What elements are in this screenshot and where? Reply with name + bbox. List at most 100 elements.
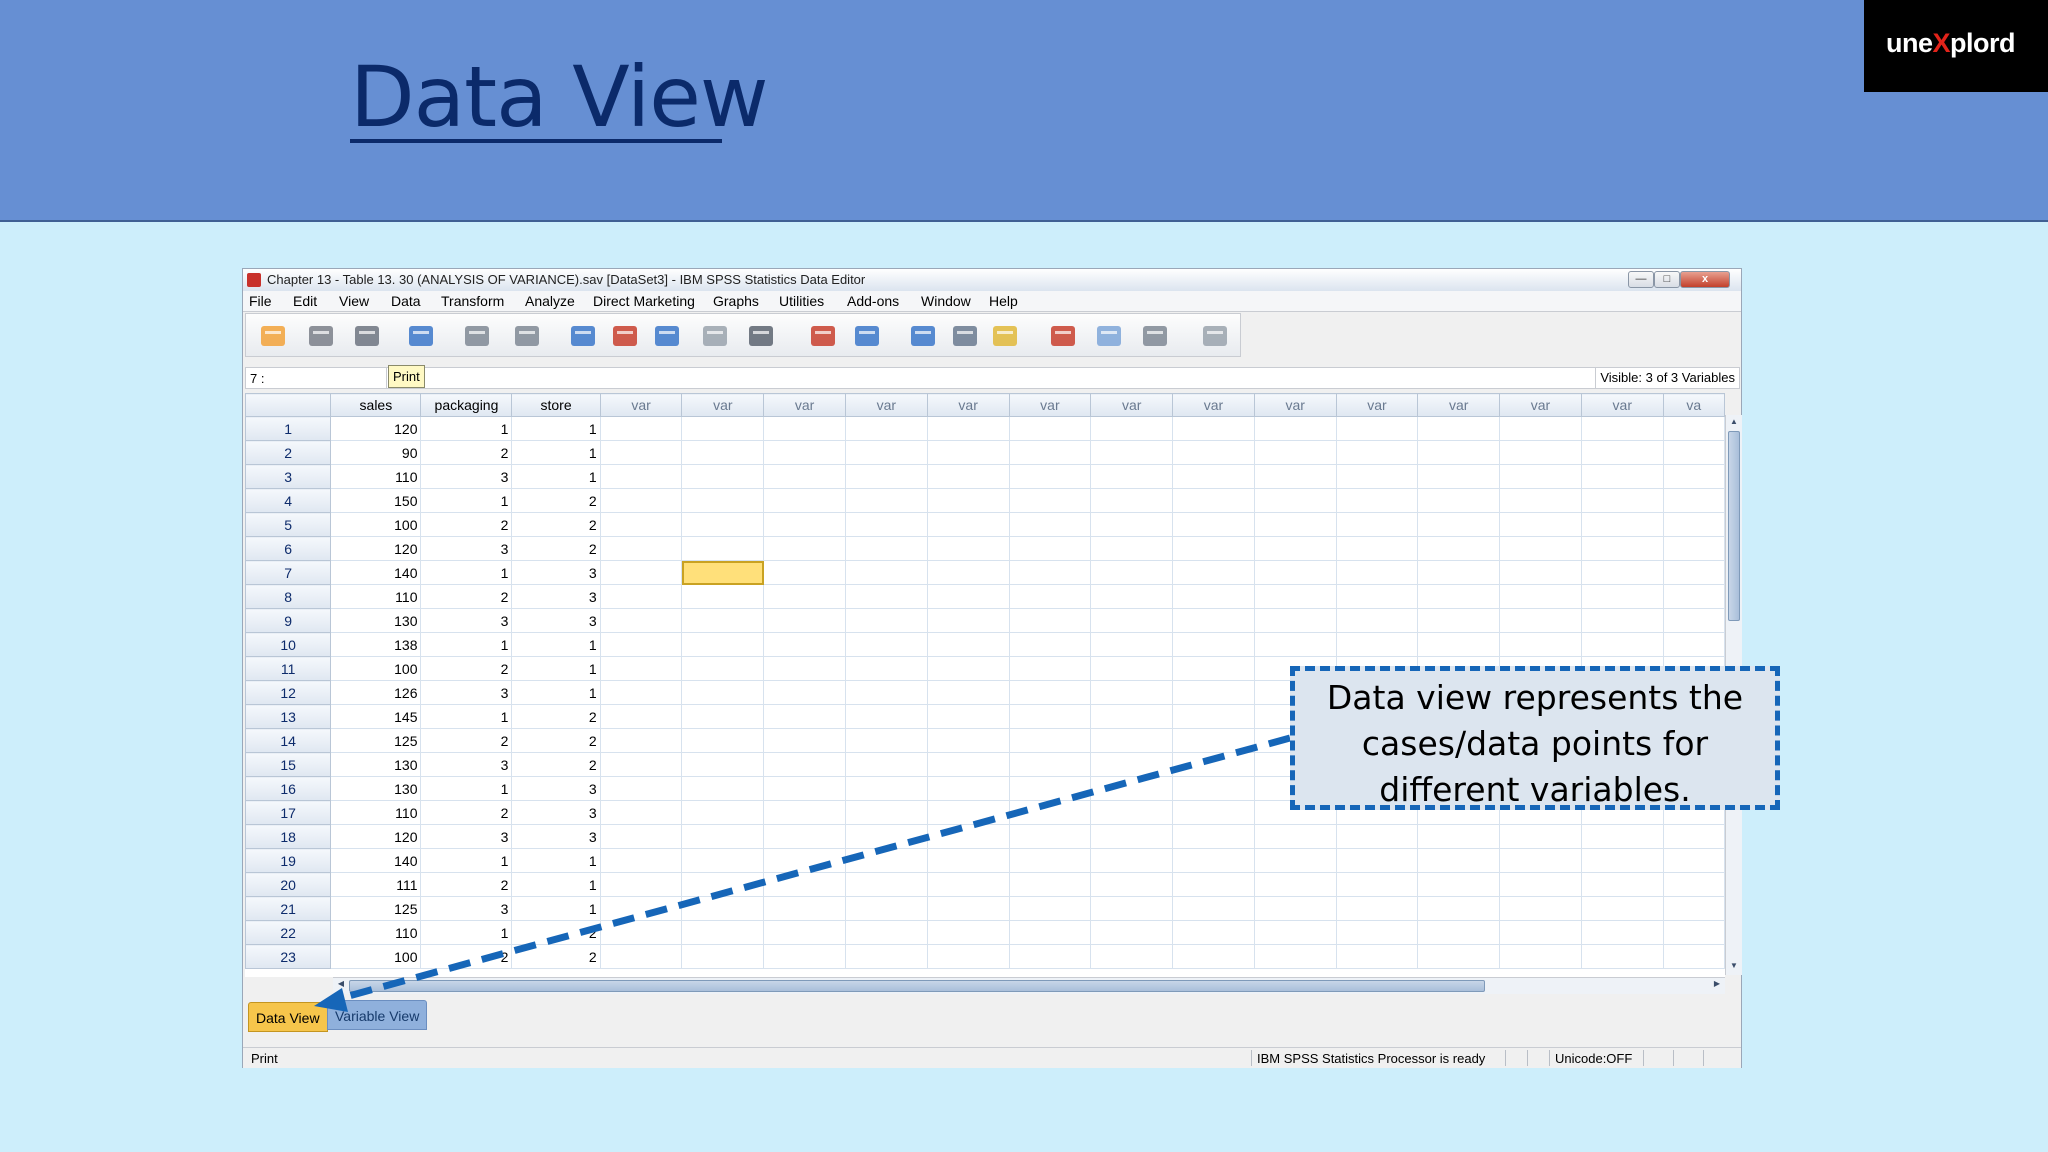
row-number[interactable]: 9 — [245, 608, 332, 633]
cell-empty[interactable] — [1090, 776, 1174, 801]
cell-empty[interactable] — [926, 848, 1010, 873]
row-number[interactable]: 23 — [245, 944, 332, 969]
cell-empty[interactable] — [1172, 584, 1255, 609]
cell-empty[interactable] — [1662, 536, 1725, 561]
cell-empty[interactable] — [1090, 824, 1174, 849]
cell-empty[interactable] — [1090, 632, 1174, 657]
cell-empty[interactable] — [599, 872, 683, 897]
cell-empty[interactable] — [1499, 440, 1582, 465]
cell-empty[interactable] — [1253, 872, 1337, 897]
column-header-packaging[interactable]: packaging — [420, 393, 513, 417]
cell-empty[interactable] — [1090, 656, 1174, 681]
cell-empty[interactable] — [599, 440, 683, 465]
cell-empty[interactable] — [763, 704, 846, 729]
cell-empty[interactable] — [1253, 512, 1337, 537]
cell-empty[interactable] — [926, 512, 1010, 537]
cell-empty[interactable] — [1253, 848, 1337, 873]
cell-empty[interactable] — [1090, 536, 1174, 561]
close-button[interactable]: x — [1680, 271, 1730, 288]
cell-empty[interactable] — [844, 872, 928, 897]
cell-empty[interactable] — [1499, 584, 1582, 609]
cell-empty[interactable] — [844, 920, 928, 945]
cell-empty[interactable] — [926, 776, 1010, 801]
cell-empty[interactable] — [844, 944, 928, 969]
cell-packaging[interactable]: 1 — [420, 488, 513, 513]
cell-packaging[interactable]: 2 — [420, 656, 513, 681]
cell-empty[interactable] — [1335, 416, 1419, 441]
row-number[interactable]: 17 — [245, 800, 332, 825]
cell-packaging[interactable]: 1 — [420, 848, 513, 873]
cell-empty[interactable] — [599, 416, 683, 441]
cell-empty[interactable] — [1662, 464, 1725, 489]
cell-empty[interactable] — [1008, 944, 1092, 969]
cell-empty[interactable] — [844, 440, 928, 465]
spell-check-icon[interactable] — [1200, 321, 1230, 351]
cell-store[interactable]: 2 — [511, 752, 601, 777]
cell-store[interactable]: 3 — [511, 560, 601, 585]
cell-empty[interactable] — [763, 680, 846, 705]
cell-store[interactable]: 2 — [511, 536, 601, 561]
cell-empty[interactable] — [1335, 440, 1419, 465]
cell-empty[interactable] — [763, 608, 846, 633]
cell-empty[interactable] — [844, 704, 928, 729]
cell-empty[interactable] — [1335, 512, 1419, 537]
cell-empty[interactable] — [1172, 944, 1255, 969]
cell-empty[interactable] — [844, 656, 928, 681]
cell-store[interactable]: 1 — [511, 896, 601, 921]
cell-empty[interactable] — [1580, 584, 1664, 609]
cell-empty[interactable] — [1417, 584, 1501, 609]
menu-help[interactable]: Help — [989, 293, 1018, 309]
value-labels-icon[interactable] — [1048, 321, 1078, 351]
cell-empty[interactable] — [1417, 920, 1501, 945]
cell-sales[interactable]: 140 — [330, 560, 422, 585]
cell-empty[interactable] — [1172, 704, 1255, 729]
cell-empty[interactable] — [1580, 944, 1664, 969]
cell-empty[interactable] — [1499, 848, 1582, 873]
cell-empty[interactable] — [599, 896, 683, 921]
cell-empty[interactable] — [599, 704, 683, 729]
cell-empty[interactable] — [681, 728, 765, 753]
cell-empty[interactable] — [1335, 488, 1419, 513]
cell-store[interactable]: 3 — [511, 584, 601, 609]
cell-empty[interactable] — [1172, 608, 1255, 633]
cell-empty[interactable] — [1008, 512, 1092, 537]
cell-sales[interactable]: 145 — [330, 704, 422, 729]
column-header-var[interactable]: var — [599, 393, 683, 417]
cell-sales[interactable]: 130 — [330, 752, 422, 777]
cell-empty[interactable] — [844, 536, 928, 561]
cell-empty[interactable] — [763, 728, 846, 753]
row-number[interactable]: 13 — [245, 704, 332, 729]
cell-empty[interactable] — [763, 488, 846, 513]
cell-empty[interactable] — [763, 848, 846, 873]
cell-empty[interactable] — [1662, 416, 1725, 441]
cell-empty[interactable] — [1090, 704, 1174, 729]
cell-empty[interactable] — [1580, 464, 1664, 489]
goto-case-icon[interactable] — [568, 321, 598, 351]
row-number[interactable]: 22 — [245, 920, 332, 945]
row-number[interactable]: 15 — [245, 752, 332, 777]
cell-empty[interactable] — [1580, 416, 1664, 441]
cell-empty[interactable] — [1008, 776, 1092, 801]
cell-empty[interactable] — [1417, 944, 1501, 969]
cell-empty[interactable] — [926, 464, 1010, 489]
cell-empty[interactable] — [1008, 608, 1092, 633]
cell-empty[interactable] — [681, 848, 765, 873]
cell-empty[interactable] — [599, 560, 683, 585]
row-number[interactable]: 11 — [245, 656, 332, 681]
cell-empty[interactable] — [681, 440, 765, 465]
cell-empty[interactable] — [1580, 632, 1664, 657]
cell-empty[interactable] — [1090, 512, 1174, 537]
cell-packaging[interactable]: 1 — [420, 560, 513, 585]
cell-empty[interactable] — [1090, 440, 1174, 465]
undo-icon[interactable] — [462, 321, 492, 351]
cell-store[interactable]: 2 — [511, 704, 601, 729]
cell-empty[interactable] — [681, 536, 765, 561]
cell-empty[interactable] — [1253, 920, 1337, 945]
row-number[interactable]: 4 — [245, 488, 332, 513]
cell-empty[interactable] — [599, 536, 683, 561]
cell-empty[interactable] — [1172, 800, 1255, 825]
cell-empty[interactable] — [1172, 752, 1255, 777]
cell-empty[interactable] — [1662, 440, 1725, 465]
cell-empty[interactable] — [1008, 536, 1092, 561]
cell-empty[interactable] — [1008, 488, 1092, 513]
